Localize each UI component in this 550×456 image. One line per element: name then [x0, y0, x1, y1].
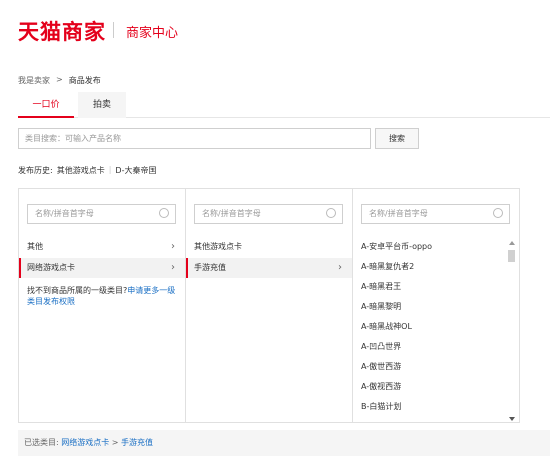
- category-column-level1: 名称/拼音首字母 其他 › 网络游戏点卡 › 找不到商品所属的一级类目?申请更多…: [19, 189, 186, 422]
- breadcrumb-seller[interactable]: 我是卖家: [18, 75, 50, 86]
- scroll-thumb[interactable]: [508, 250, 515, 262]
- selected-path-separator: >: [111, 438, 119, 447]
- category-item[interactable]: A-暗黑战神OL: [353, 317, 503, 337]
- breadcrumb-separator: >: [56, 75, 63, 84]
- category-search-input[interactable]: 类目搜索：可输入产品名称: [18, 128, 371, 149]
- column-search-placeholder: 名称/拼音首字母: [35, 209, 94, 218]
- category-item[interactable]: A-凹凸世界: [353, 337, 503, 357]
- category-item-selected[interactable]: 手游充值 ›: [186, 258, 352, 278]
- category-item[interactable]: A-暗黑复仇者2: [353, 257, 503, 277]
- category-item-label: 其他: [27, 242, 43, 251]
- no-category-note: 找不到商品所属的一级类目?申请更多一级类目发布权限: [27, 285, 177, 307]
- history-item[interactable]: 其他游戏点卡: [57, 165, 105, 176]
- merchant-center-link[interactable]: 商家中心: [126, 22, 178, 41]
- scroll-down-arrow-icon[interactable]: [509, 417, 515, 421]
- category-item[interactable]: B-白猫计划: [353, 397, 503, 417]
- history-item[interactable]: D-大秦帝国: [115, 165, 156, 176]
- chevron-right-icon: ›: [171, 241, 175, 252]
- category-item[interactable]: 其他游戏点卡: [186, 237, 352, 257]
- category-item-selected[interactable]: 网络游戏点卡 ›: [19, 258, 185, 278]
- category-item[interactable]: A-安卓平台币-oppo: [353, 237, 503, 257]
- selected-label: 已选类目:: [24, 438, 59, 447]
- search-icon: [493, 208, 503, 218]
- category-item[interactable]: A-傲世西游: [353, 357, 503, 377]
- category-picker: 名称/拼音首字母 其他 › 网络游戏点卡 › 找不到商品所属的一级类目?申请更多…: [18, 188, 520, 423]
- tab-auction[interactable]: 拍卖: [78, 92, 126, 118]
- breadcrumb: 我是卖家 > 商品发布: [18, 75, 101, 86]
- category-item-label: 手游充值: [194, 263, 226, 272]
- search-button[interactable]: 搜索: [375, 128, 419, 149]
- pricing-tabs: 一口价 拍卖: [18, 92, 550, 118]
- category-column-level2: 名称/拼音首字母 其他游戏点卡 手游充值 ›: [186, 189, 353, 422]
- selected-category-bar: 已选类目: 网络游戏点卡 > 手游充值: [18, 430, 550, 456]
- selected-path-level1[interactable]: 网络游戏点卡: [61, 438, 109, 447]
- category-item[interactable]: A-傲视西游: [353, 377, 503, 397]
- history-separator: |: [108, 165, 112, 174]
- tmall-logo[interactable]: 天猫商家: [18, 16, 106, 46]
- column-search-placeholder: 名称/拼音首字母: [369, 209, 428, 218]
- page: 天猫商家 商家中心 我是卖家 > 商品发布 一口价 拍卖 类目搜索：可输入产品名…: [0, 0, 550, 456]
- chevron-right-icon: ›: [171, 262, 175, 273]
- category-column-level3: 名称/拼音首字母 A-安卓平台币-oppo A-暗黑复仇者2 A-暗黑君王 A-…: [353, 189, 519, 422]
- tab-fixed-price[interactable]: 一口价: [18, 92, 74, 118]
- logo-divider: [113, 22, 114, 38]
- publish-history: 发布历史: 其他游戏点卡 | D-大秦帝国: [18, 165, 156, 176]
- column-search-input[interactable]: 名称/拼音首字母: [194, 204, 343, 224]
- category-item-label: 其他游戏点卡: [194, 242, 242, 251]
- history-label: 发布历史:: [18, 166, 53, 175]
- selected-path-level2[interactable]: 手游充值: [121, 438, 153, 447]
- category-item[interactable]: A-暗黑君王: [353, 277, 503, 297]
- chevron-right-icon: ›: [338, 262, 342, 273]
- scrollbar[interactable]: [508, 241, 515, 421]
- column-search-placeholder: 名称/拼音首字母: [202, 209, 261, 218]
- column-search-input[interactable]: 名称/拼音首字母: [361, 204, 510, 224]
- search-icon: [159, 208, 169, 218]
- no-category-text: 找不到商品所属的一级类目?: [27, 286, 128, 295]
- category-item-label: 网络游戏点卡: [27, 263, 75, 272]
- breadcrumb-current: 商品发布: [68, 76, 101, 85]
- column-search-input[interactable]: 名称/拼音首字母: [27, 204, 176, 224]
- category-item[interactable]: 其他 ›: [19, 237, 185, 257]
- category-item[interactable]: A-暗黑黎明: [353, 297, 503, 317]
- search-icon: [326, 208, 336, 218]
- scroll-up-arrow-icon[interactable]: [509, 241, 515, 245]
